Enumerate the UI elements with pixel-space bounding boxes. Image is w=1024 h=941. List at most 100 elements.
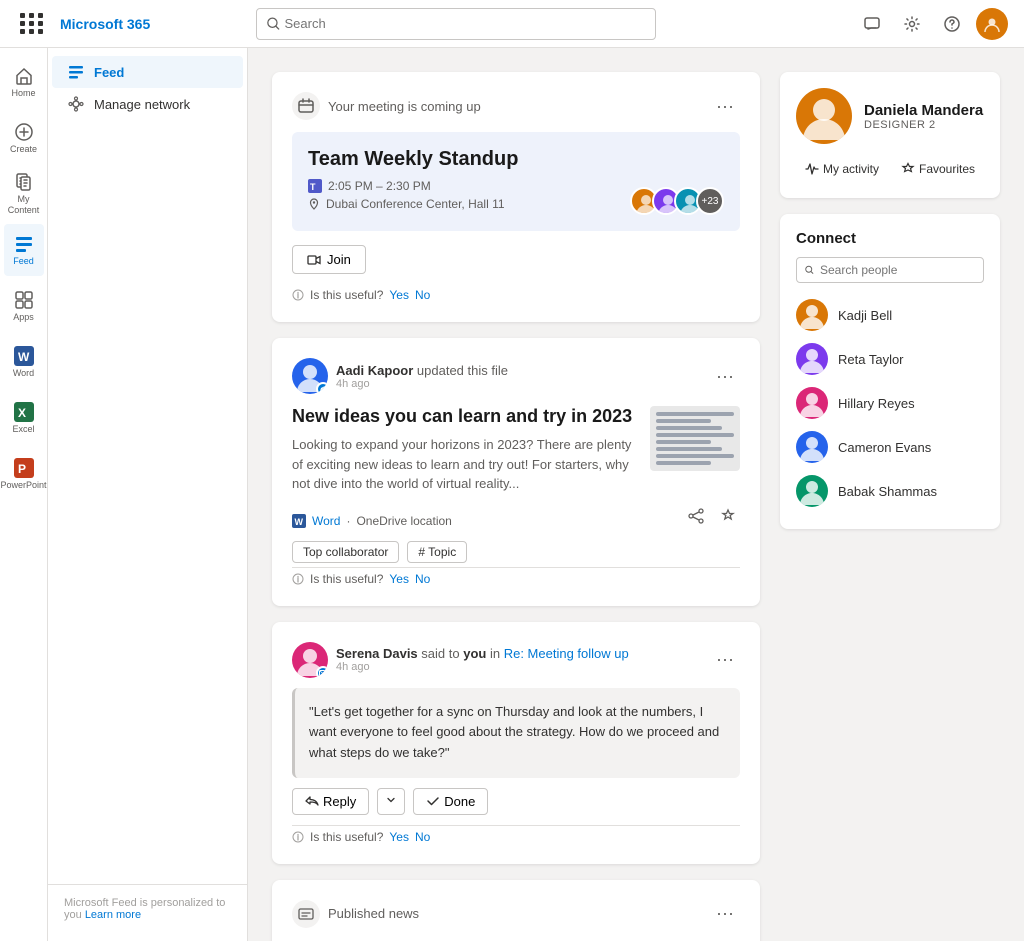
sidebar-feed[interactable]: Feed [52, 56, 243, 88]
sidebar-item-mycontent[interactable]: My Content [4, 168, 44, 220]
create-icon [14, 122, 34, 142]
profile-name: Daniela Mandera [864, 102, 983, 119]
favourites-label: Favourites [919, 162, 975, 176]
message-useful-text: Is this useful? [310, 830, 383, 844]
sidebar-footer: Microsoft Feed is personalized to you Le… [48, 884, 247, 933]
sidebar-item-feed-narrow[interactable]: Feed [4, 224, 44, 276]
meeting-no-link[interactable]: No [415, 288, 430, 302]
person-avatar-reta [796, 343, 828, 375]
attendee-count: +23 [696, 187, 724, 215]
join-meeting-button[interactable]: Join [292, 245, 366, 274]
file-more-button[interactable]: ··· [710, 364, 740, 389]
tag-topic[interactable]: # Topic [407, 541, 467, 563]
meeting-useful-row: Is this useful? Yes No [292, 288, 740, 302]
search-icon [267, 17, 280, 31]
network-icon [68, 96, 84, 112]
person-name-kadji: Kadji Bell [838, 308, 892, 323]
message-bubble: "Let's get together for a sync on Thursd… [292, 688, 740, 778]
meeting-location: Dubai Conference Center, Hall 11 [326, 197, 505, 211]
powerpoint-label: PowerPoint [0, 480, 46, 491]
favourites-tab[interactable]: Favourites [892, 156, 984, 182]
apps-icon [14, 290, 34, 310]
news-more-button[interactable]: ··· [710, 901, 740, 926]
mycontent-label: My Content [4, 194, 44, 216]
excel-label: Excel [12, 424, 34, 435]
reply-button[interactable]: Reply [292, 788, 369, 815]
person-avatar-hillary [796, 387, 828, 419]
person-reta[interactable]: Reta Taylor [796, 337, 984, 381]
message-subject-link[interactable]: Re: Meeting follow up [504, 646, 629, 661]
word-icon: W [14, 346, 34, 366]
connect-title: Connect [796, 230, 984, 247]
meeting-card-icon [292, 92, 320, 120]
word-label: Word [13, 368, 34, 379]
sidebar-item-create[interactable]: Create [4, 112, 44, 164]
learn-more-link[interactable]: Learn more [85, 909, 141, 921]
sidebar-item-home[interactable]: Home [4, 56, 44, 108]
join-icon [307, 253, 321, 267]
connect-card: Connect Kadji Bell Reta Taylor [780, 214, 1000, 529]
message-time-ago: 4h ago [336, 661, 629, 673]
topbar-icons [856, 8, 1008, 40]
done-label: Done [444, 794, 475, 809]
message-yes-link[interactable]: Yes [389, 830, 409, 844]
file-location: OneDrive location [356, 514, 451, 528]
feed-icon [68, 64, 84, 80]
mycontent-icon [14, 172, 34, 192]
meeting-more-button[interactable]: ··· [710, 94, 740, 119]
home-label: Home [11, 88, 35, 99]
done-button[interactable]: Done [413, 788, 488, 815]
sidebar-item-apps[interactable]: Apps [4, 280, 44, 332]
sidebar-item-word[interactable]: W Word [4, 336, 44, 388]
file-no-link[interactable]: No [415, 572, 430, 586]
sidebar-manage-network[interactable]: Manage network [52, 88, 243, 120]
user-avatar-topbar[interactable] [976, 8, 1008, 40]
word-link[interactable]: Word [312, 514, 340, 528]
person-avatar-kadji [796, 299, 828, 331]
sidebar-item-excel[interactable]: X Excel [4, 392, 44, 444]
file-time-ago: 4h ago [336, 378, 508, 390]
connect-search-bar[interactable] [796, 257, 984, 283]
file-yes-link[interactable]: Yes [389, 572, 409, 586]
my-activity-tab[interactable]: My activity [796, 156, 888, 182]
edit-badge [316, 382, 328, 394]
person-hillary[interactable]: Hillary Reyes [796, 381, 984, 425]
share-file-button[interactable] [684, 506, 708, 531]
message-more-button[interactable]: ··· [710, 647, 740, 672]
person-name-babak: Babak Shammas [838, 484, 937, 499]
person-babak[interactable]: Babak Shammas [796, 469, 984, 513]
file-user-name: Aadi Kapoor updated this file [336, 363, 508, 378]
info-icon2 [292, 573, 304, 585]
news-header-label: Published news [328, 906, 419, 921]
connect-search-input[interactable] [820, 263, 975, 277]
message-badge [316, 666, 328, 678]
reply-dropdown-button[interactable] [377, 788, 405, 815]
message-card: Serena Davis said to you in Re: Meeting … [272, 622, 760, 864]
file-desc: Looking to expand your horizons in 2023?… [292, 435, 638, 494]
waffle-menu[interactable] [16, 8, 48, 40]
word-source-icon: W [292, 514, 306, 528]
search-input[interactable] [285, 16, 646, 31]
tag-collaborator[interactable]: Top collaborator [292, 541, 399, 563]
sidebar-item-powerpoint[interactable]: P PowerPoint [4, 448, 44, 500]
settings-icon[interactable] [896, 8, 928, 40]
chevron-down-icon [386, 795, 396, 805]
star-file-button[interactable] [716, 506, 740, 531]
help-icon[interactable] [936, 8, 968, 40]
meeting-useful-text: Is this useful? [310, 288, 383, 302]
person-cameron[interactable]: Cameron Evans [796, 425, 984, 469]
message-text: "Let's get together for a sync on Thursd… [309, 704, 719, 761]
person-kadji[interactable]: Kadji Bell [796, 293, 984, 337]
person-name-cameron: Cameron Evans [838, 440, 931, 455]
reply-label: Reply [323, 794, 356, 809]
message-no-link[interactable]: No [415, 830, 430, 844]
feedback-icon[interactable] [856, 8, 888, 40]
join-label: Join [327, 252, 351, 267]
search-bar[interactable] [256, 8, 656, 40]
aadi-avatar [292, 358, 328, 394]
person-avatar-cameron [796, 431, 828, 463]
star-icon [901, 162, 915, 176]
meeting-yes-link[interactable]: Yes [389, 288, 409, 302]
meeting-banner: Team Weekly Standup T 2:05 PM – 2:30 PM … [292, 132, 740, 231]
message-useful-row: Is this useful? Yes No [292, 830, 740, 844]
